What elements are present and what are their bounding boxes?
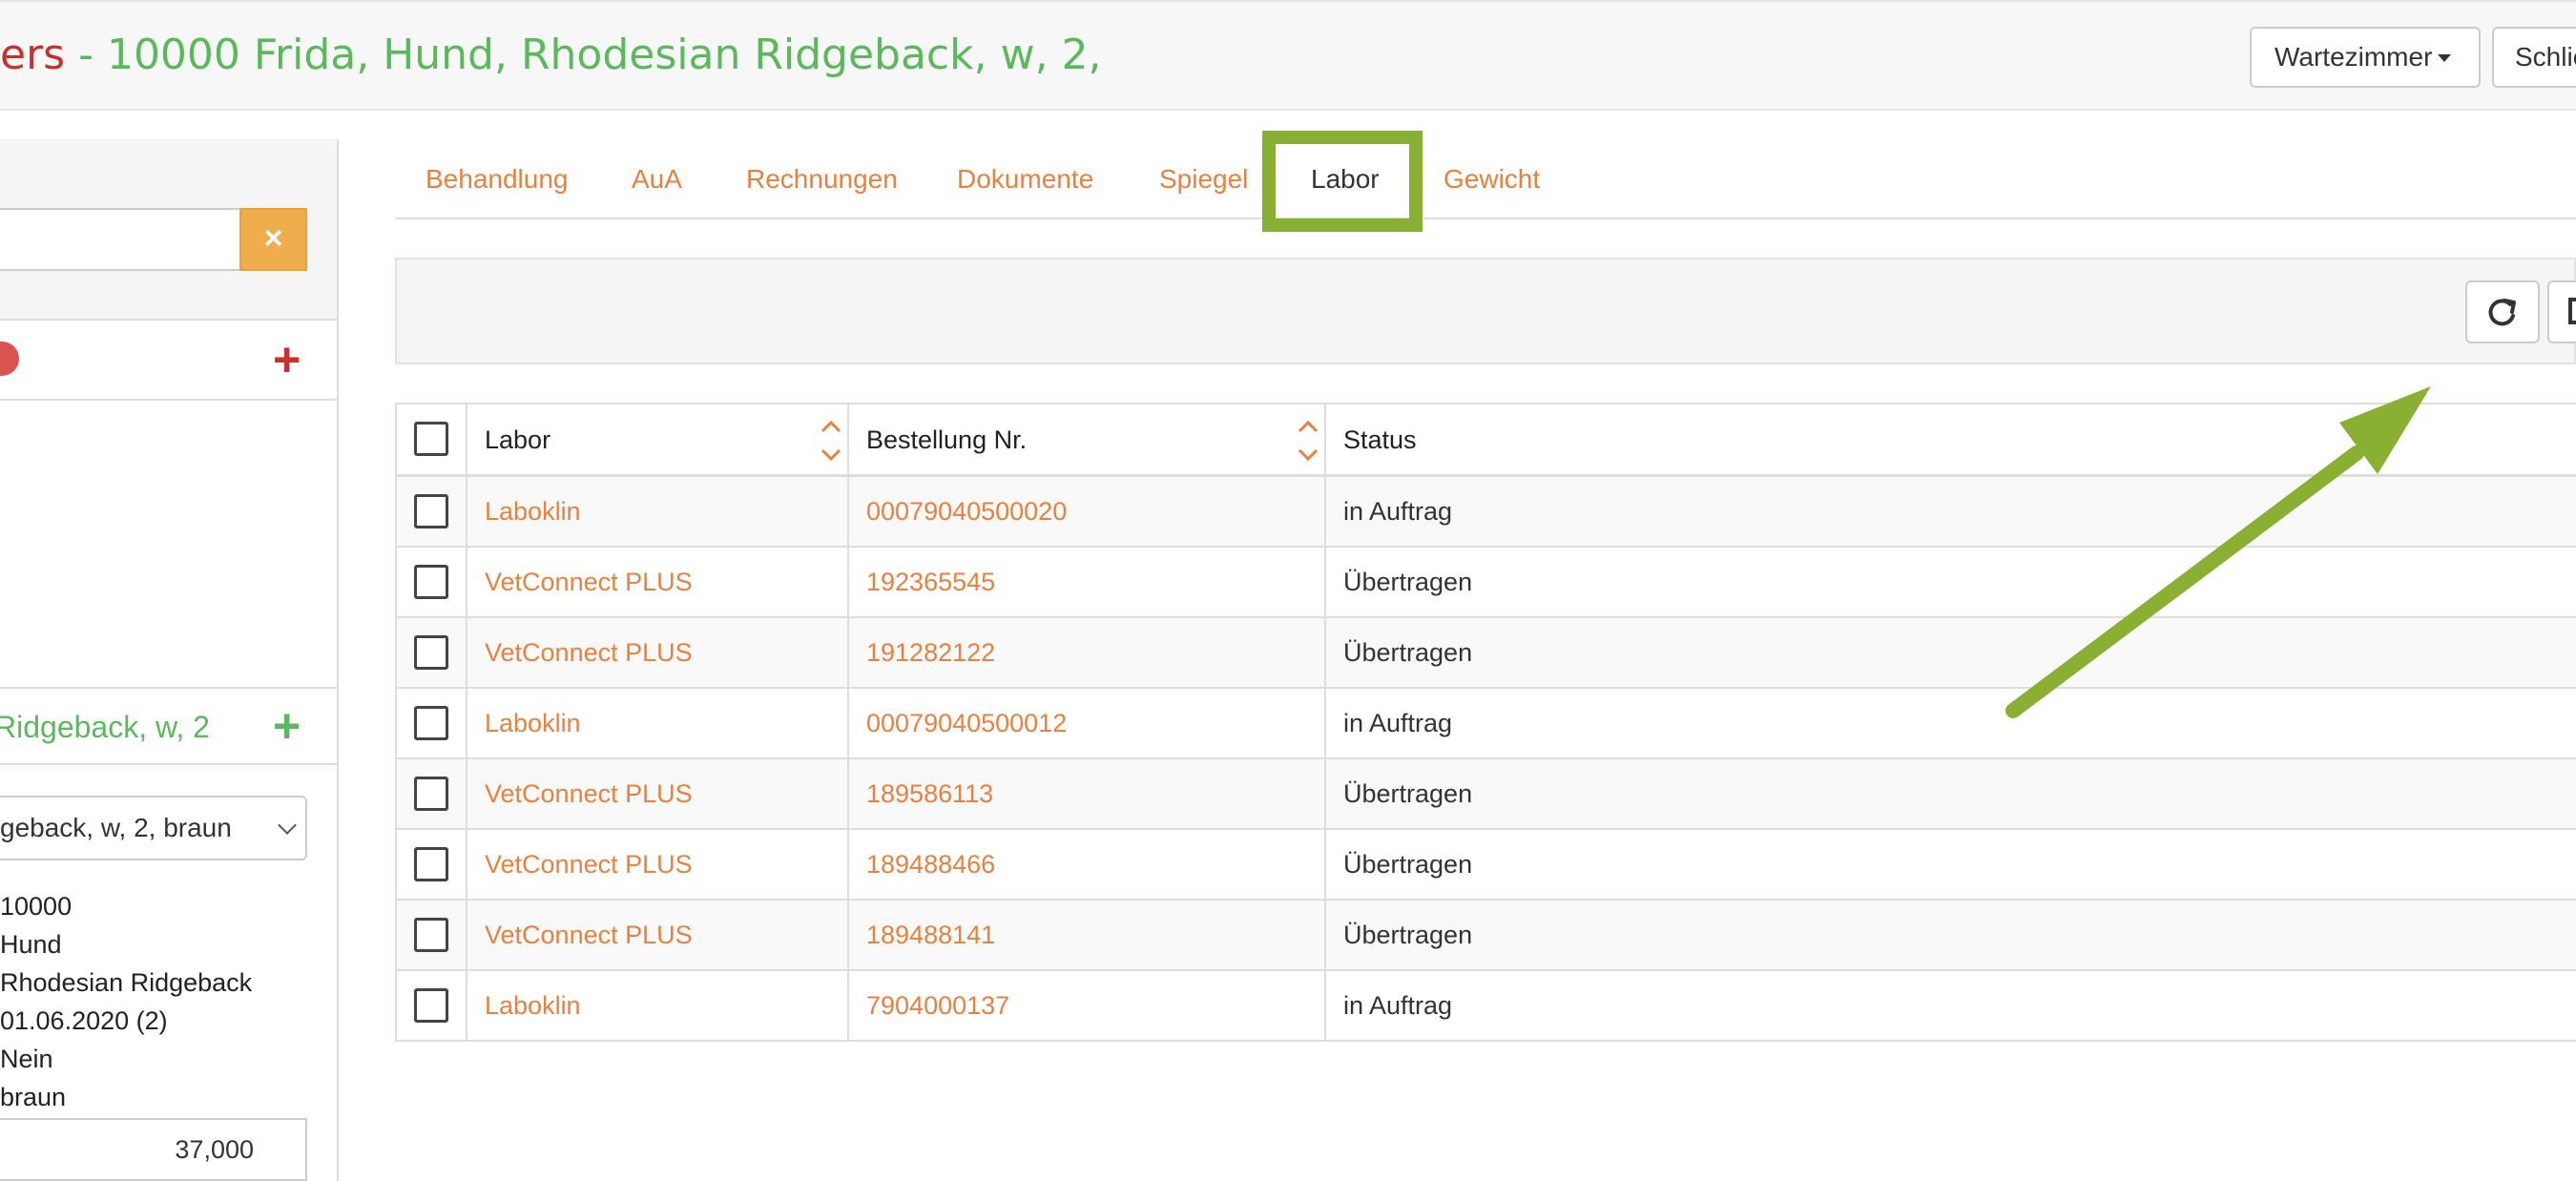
pet-neutered: Nein: [0, 1045, 53, 1073]
order-number-link[interactable]: 189586113: [849, 759, 1326, 828]
row-checkbox[interactable]: [414, 988, 448, 1023]
pet-details: 10000 Hund Rhodesian Ridgeback 01.06.202…: [0, 887, 252, 1116]
more-button[interactable]: [2547, 280, 2576, 343]
page-title: ers - 10000 Frida, Hund, Rhodesian Ridge…: [0, 29, 1111, 82]
pet-label[interactable]: Ridgeback, w, 2: [0, 706, 210, 748]
tab-behandlung[interactable]: Behandlung: [426, 160, 568, 198]
column-header-labor[interactable]: Labor: [467, 404, 849, 474]
tab-bar: Behandlung AuA Rechnungen Dokumente Spie…: [395, 139, 2576, 219]
labor-link[interactable]: Laboklin: [467, 477, 849, 546]
patient-summary: - 10000 Frida, Hund, Rhodesian Ridgeback…: [65, 31, 1111, 79]
table-row: Laboklin 7904000137 in Auftrag: [397, 971, 2576, 1042]
sidebar: × + Ridgeback, w, 2 + geback, w, 2, brau…: [0, 139, 339, 1181]
patient-header: ers - 10000 Frida, Hund, Rhodesian Ridge…: [0, 0, 2576, 111]
order-number-link[interactable]: 7904000137: [849, 971, 1326, 1040]
labor-link[interactable]: Laboklin: [467, 971, 849, 1040]
tab-rechnungen[interactable]: Rechnungen: [746, 160, 898, 198]
row-checkbox[interactable]: [414, 706, 448, 740]
clear-search-button[interactable]: ×: [239, 208, 307, 271]
tab-spiegel[interactable]: Spiegel: [1159, 160, 1248, 198]
row-checkbox-cell: [397, 548, 467, 616]
order-status: in Auftrag: [1343, 991, 1453, 1020]
pet-breed: Rhodesian Ridgeback: [0, 968, 253, 997]
owner-name: ers: [0, 31, 66, 79]
pet-id: 10000: [0, 892, 73, 921]
lab-toolbar: [395, 258, 2576, 364]
close-patient-button[interactable]: Schlie: [2492, 27, 2576, 88]
table-row: VetConnect PLUS 189488141 Übertragen: [397, 901, 2576, 971]
order-number-link[interactable]: 189488141: [849, 901, 1326, 969]
column-label-bestellung: Bestellung Nr.: [866, 425, 1028, 454]
row-checkbox-cell: [397, 477, 467, 546]
order-number-link[interactable]: 189488466: [849, 830, 1326, 899]
select-all-cell: [397, 404, 467, 474]
annotation-arrow-icon: [2005, 386, 2431, 718]
labor-link[interactable]: VetConnect PLUS: [467, 548, 849, 616]
add-pet-button[interactable]: +: [273, 702, 301, 750]
table-row: VetConnect PLUS 189586113 Übertragen: [397, 759, 2576, 830]
order-number-link[interactable]: 192365545: [849, 548, 1326, 616]
sidebar-search-panel: ×: [0, 139, 337, 321]
row-checkbox-cell: [397, 689, 467, 757]
table-row: VetConnect PLUS 189488466 Übertragen: [397, 830, 2576, 901]
close-icon: ×: [263, 220, 283, 257]
pet-select-value: geback, w, 2, braun: [0, 813, 232, 842]
sort-icon[interactable]: [1296, 414, 1320, 467]
labor-link[interactable]: VetConnect PLUS: [467, 830, 849, 899]
order-status: Übertragen: [1343, 779, 1473, 808]
sort-icon[interactable]: [819, 414, 843, 467]
labor-tab-highlight: [1262, 131, 1423, 232]
labor-link[interactable]: VetConnect PLUS: [467, 759, 849, 828]
row-checkbox-cell: [397, 759, 467, 828]
row-checkbox[interactable]: [414, 777, 448, 811]
row-checkbox-cell: [397, 971, 467, 1040]
document-icon: [2568, 298, 2576, 324]
chevron-down-icon: [278, 816, 297, 835]
search-input[interactable]: [0, 208, 240, 271]
pet-color: braun: [0, 1083, 67, 1111]
pet-select[interactable]: geback, w, 2, braun: [0, 796, 307, 860]
status-dot-icon: [0, 342, 19, 376]
add-owner-button[interactable]: +: [273, 336, 301, 383]
weight-field[interactable]: 37,000: [0, 1118, 307, 1181]
owner-row: +: [0, 322, 337, 401]
row-checkbox-cell: [397, 618, 467, 687]
pet-row: Ridgeback, w, 2 +: [0, 687, 337, 765]
order-status: Übertragen: [1343, 921, 1473, 949]
tab-gewicht[interactable]: Gewicht: [1444, 160, 1540, 198]
tab-aua[interactable]: AuA: [632, 160, 682, 198]
wartezimmer-label: Wartezimmer: [2275, 42, 2433, 72]
column-header-bestellung[interactable]: Bestellung Nr.: [849, 404, 1326, 474]
row-checkbox[interactable]: [414, 847, 448, 881]
order-number-link[interactable]: 00079040500012: [849, 689, 1326, 757]
caret-down-icon: [2438, 54, 2452, 62]
order-status: Übertragen: [1343, 850, 1473, 879]
row-checkbox[interactable]: [414, 918, 448, 952]
labor-link[interactable]: Laboklin: [467, 689, 849, 757]
refresh-icon: [2488, 299, 2516, 326]
wartezimmer-dropdown-button[interactable]: Wartezimmer: [2250, 27, 2481, 88]
pet-birthdate: 01.06.2020 (2): [0, 1006, 168, 1035]
column-label-labor: Labor: [485, 425, 551, 454]
select-all-checkbox[interactable]: [414, 422, 448, 456]
labor-link[interactable]: VetConnect PLUS: [467, 901, 849, 969]
pet-species: Hund: [0, 930, 62, 959]
row-checkbox[interactable]: [414, 635, 448, 670]
refresh-button[interactable]: [2465, 280, 2540, 343]
labor-link[interactable]: VetConnect PLUS: [467, 618, 849, 687]
order-number-link[interactable]: 191282122: [849, 618, 1326, 687]
row-checkbox-cell: [397, 901, 467, 969]
close-patient-label: Schlie: [2515, 42, 2576, 72]
row-checkbox[interactable]: [414, 565, 448, 599]
tab-dokumente[interactable]: Dokumente: [957, 160, 1093, 198]
order-number-link[interactable]: 00079040500020: [849, 477, 1326, 546]
row-checkbox[interactable]: [414, 494, 448, 528]
row-checkbox-cell: [397, 830, 467, 899]
